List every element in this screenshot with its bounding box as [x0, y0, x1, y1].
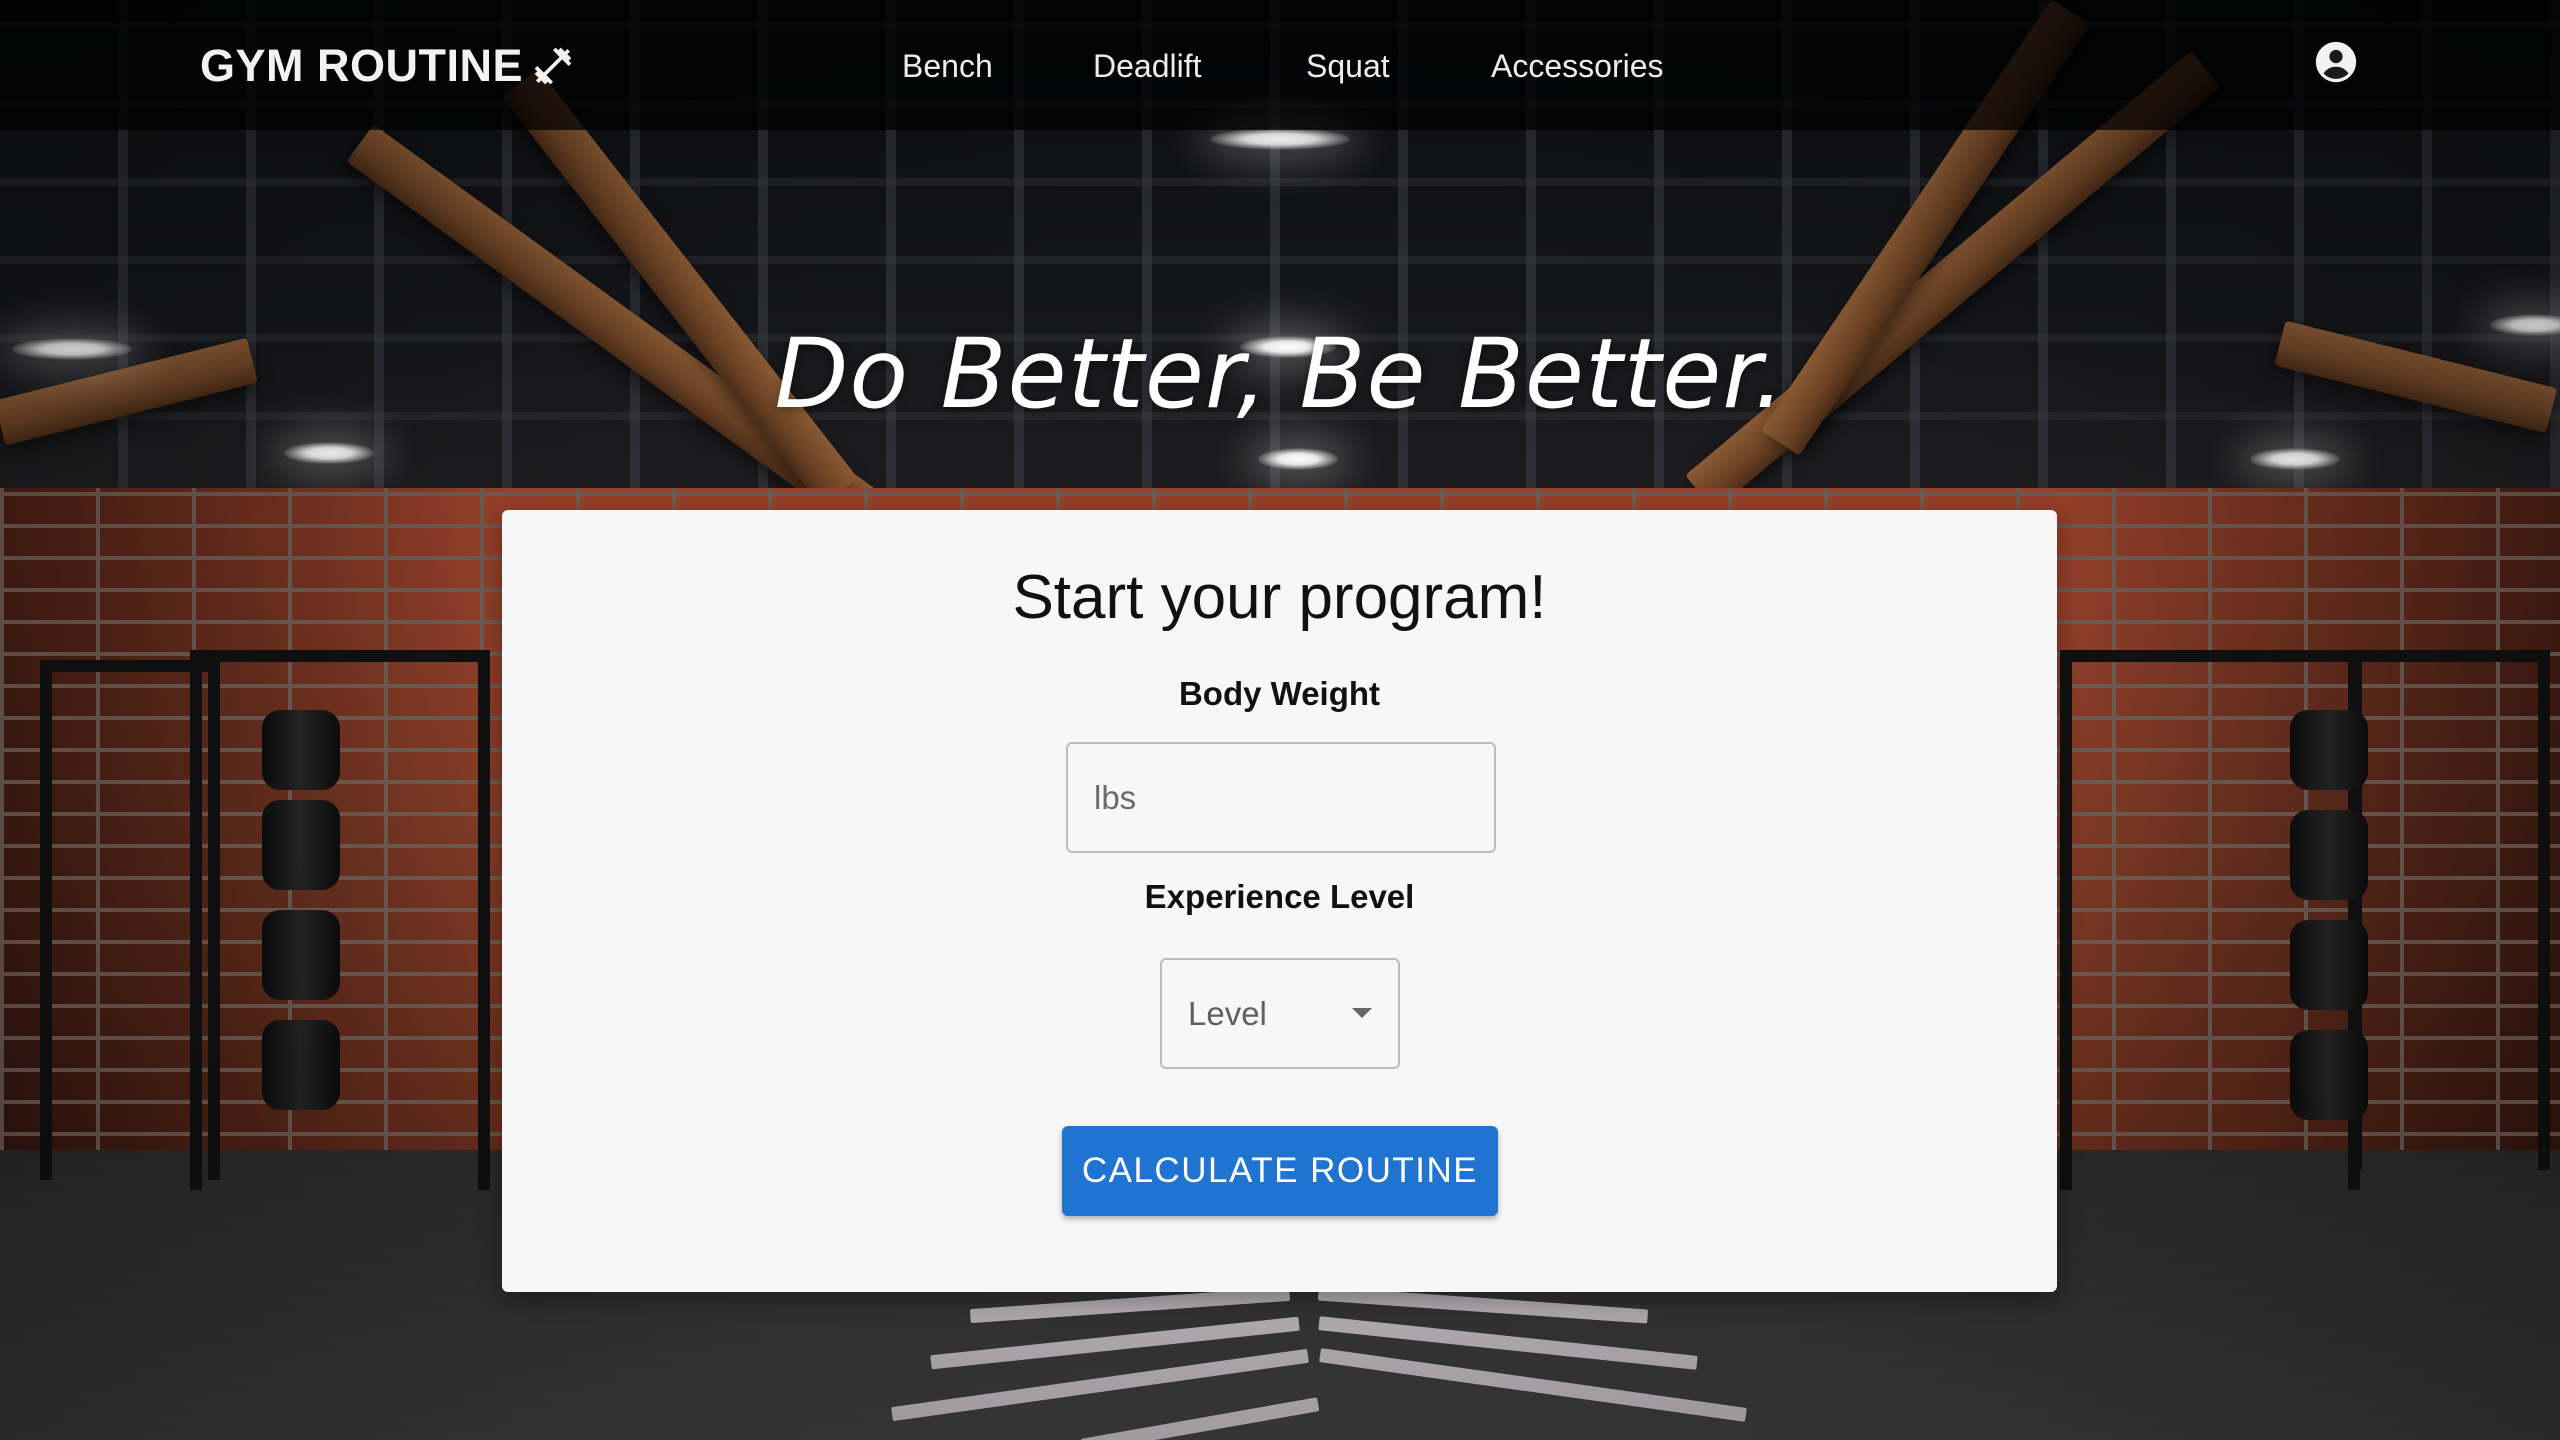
- program-form-card: Start your program! Body Weight Experien…: [502, 510, 2057, 1292]
- account-button[interactable]: [2314, 40, 2358, 84]
- experience-level-label: Experience Level: [1144, 878, 1415, 915]
- experience-level-select[interactable]: Level: [1160, 958, 1400, 1069]
- body-weight-label: Body Weight: [1178, 675, 1381, 712]
- calculate-routine-button[interactable]: CALCULATE ROUTINE: [1062, 1126, 1498, 1216]
- body-weight-input[interactable]: [1066, 742, 1496, 853]
- top-navigation-bar: GYM ROUTINE Bench Deadlift Squat Accesso…: [0, 0, 2560, 130]
- account-circle-icon: [2315, 41, 2357, 83]
- page: GYM ROUTINE Bench Deadlift Squat Accesso…: [0, 0, 2560, 1440]
- nav-link-accessories[interactable]: Accessories: [1491, 42, 1664, 90]
- nav-link-squat[interactable]: Squat: [1306, 42, 1390, 90]
- main-navigation: Bench Deadlift Squat Accessories: [0, 42, 2560, 90]
- hero-tagline: Do Better, Be Better.: [774, 318, 1786, 430]
- nav-link-bench[interactable]: Bench: [902, 42, 993, 90]
- nav-link-deadlift[interactable]: Deadlift: [1093, 42, 1202, 90]
- form-title: Start your program!: [1012, 563, 1547, 632]
- dropdown-arrow-icon: [1352, 1008, 1372, 1018]
- experience-level-value: Level: [1188, 995, 1267, 1032]
